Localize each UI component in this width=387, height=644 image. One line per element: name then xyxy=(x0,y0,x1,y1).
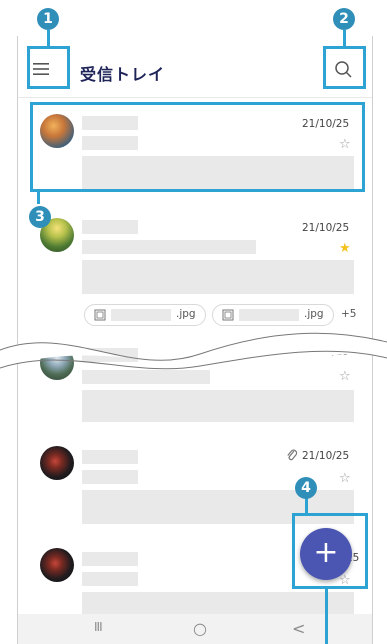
fab-callout-line xyxy=(325,589,328,644)
app-header: 受信トレイ xyxy=(18,36,372,98)
callout-badge-1: 1 xyxy=(37,8,59,30)
filename-placeholder xyxy=(111,309,171,321)
page-break-wave xyxy=(0,332,387,370)
system-nav-bar: III ○ < xyxy=(18,614,372,644)
preview-placeholder xyxy=(82,592,354,616)
attachment-chip[interactable]: .jpg xyxy=(84,304,206,326)
menu-callout-box xyxy=(27,46,70,89)
sender-placeholder xyxy=(82,552,138,566)
paperclip-icon xyxy=(287,449,298,461)
subject-placeholder xyxy=(82,470,138,484)
image-file-icon xyxy=(94,309,106,321)
page-title: 受信トレイ xyxy=(80,65,166,84)
star-icon[interactable]: ☆ xyxy=(339,472,351,485)
badge-connector xyxy=(37,190,40,204)
sender-placeholder xyxy=(82,450,138,464)
star-icon[interactable]: ★ xyxy=(339,242,351,255)
badge-connector xyxy=(305,497,308,515)
back-button[interactable]: < xyxy=(292,619,305,638)
file-extension: .jpg xyxy=(304,308,324,320)
filename-placeholder xyxy=(239,309,299,321)
attachment-chip[interactable]: .jpg xyxy=(212,304,334,326)
email-date: 21/10/25 xyxy=(302,450,350,462)
email-callout-box xyxy=(30,102,365,192)
recents-button[interactable]: III xyxy=(94,620,103,634)
preview-placeholder xyxy=(82,390,354,422)
badge-connector xyxy=(343,30,346,48)
avatar xyxy=(40,446,74,480)
preview-placeholder xyxy=(82,260,354,294)
file-extension: .jpg xyxy=(176,308,196,320)
badge-connector xyxy=(47,30,50,48)
email-date: 21/10/25 xyxy=(302,222,350,234)
avatar xyxy=(40,548,74,582)
more-attachments-count[interactable]: +5 xyxy=(341,308,356,320)
sender-placeholder xyxy=(82,220,138,234)
callout-badge-2: 2 xyxy=(333,8,355,30)
subject-placeholder xyxy=(82,240,256,254)
home-button[interactable]: ○ xyxy=(193,619,207,638)
subject-placeholder xyxy=(82,572,138,586)
callout-badge-3: 3 xyxy=(29,206,51,228)
callout-badge-4: 4 xyxy=(295,477,317,499)
email-row[interactable]: 21/10/25 ★ .jpg .jpg +5 xyxy=(18,208,372,328)
fab-callout-box xyxy=(292,513,368,589)
header-divider xyxy=(18,97,372,98)
search-callout-box xyxy=(323,46,366,89)
image-file-icon xyxy=(222,309,234,321)
